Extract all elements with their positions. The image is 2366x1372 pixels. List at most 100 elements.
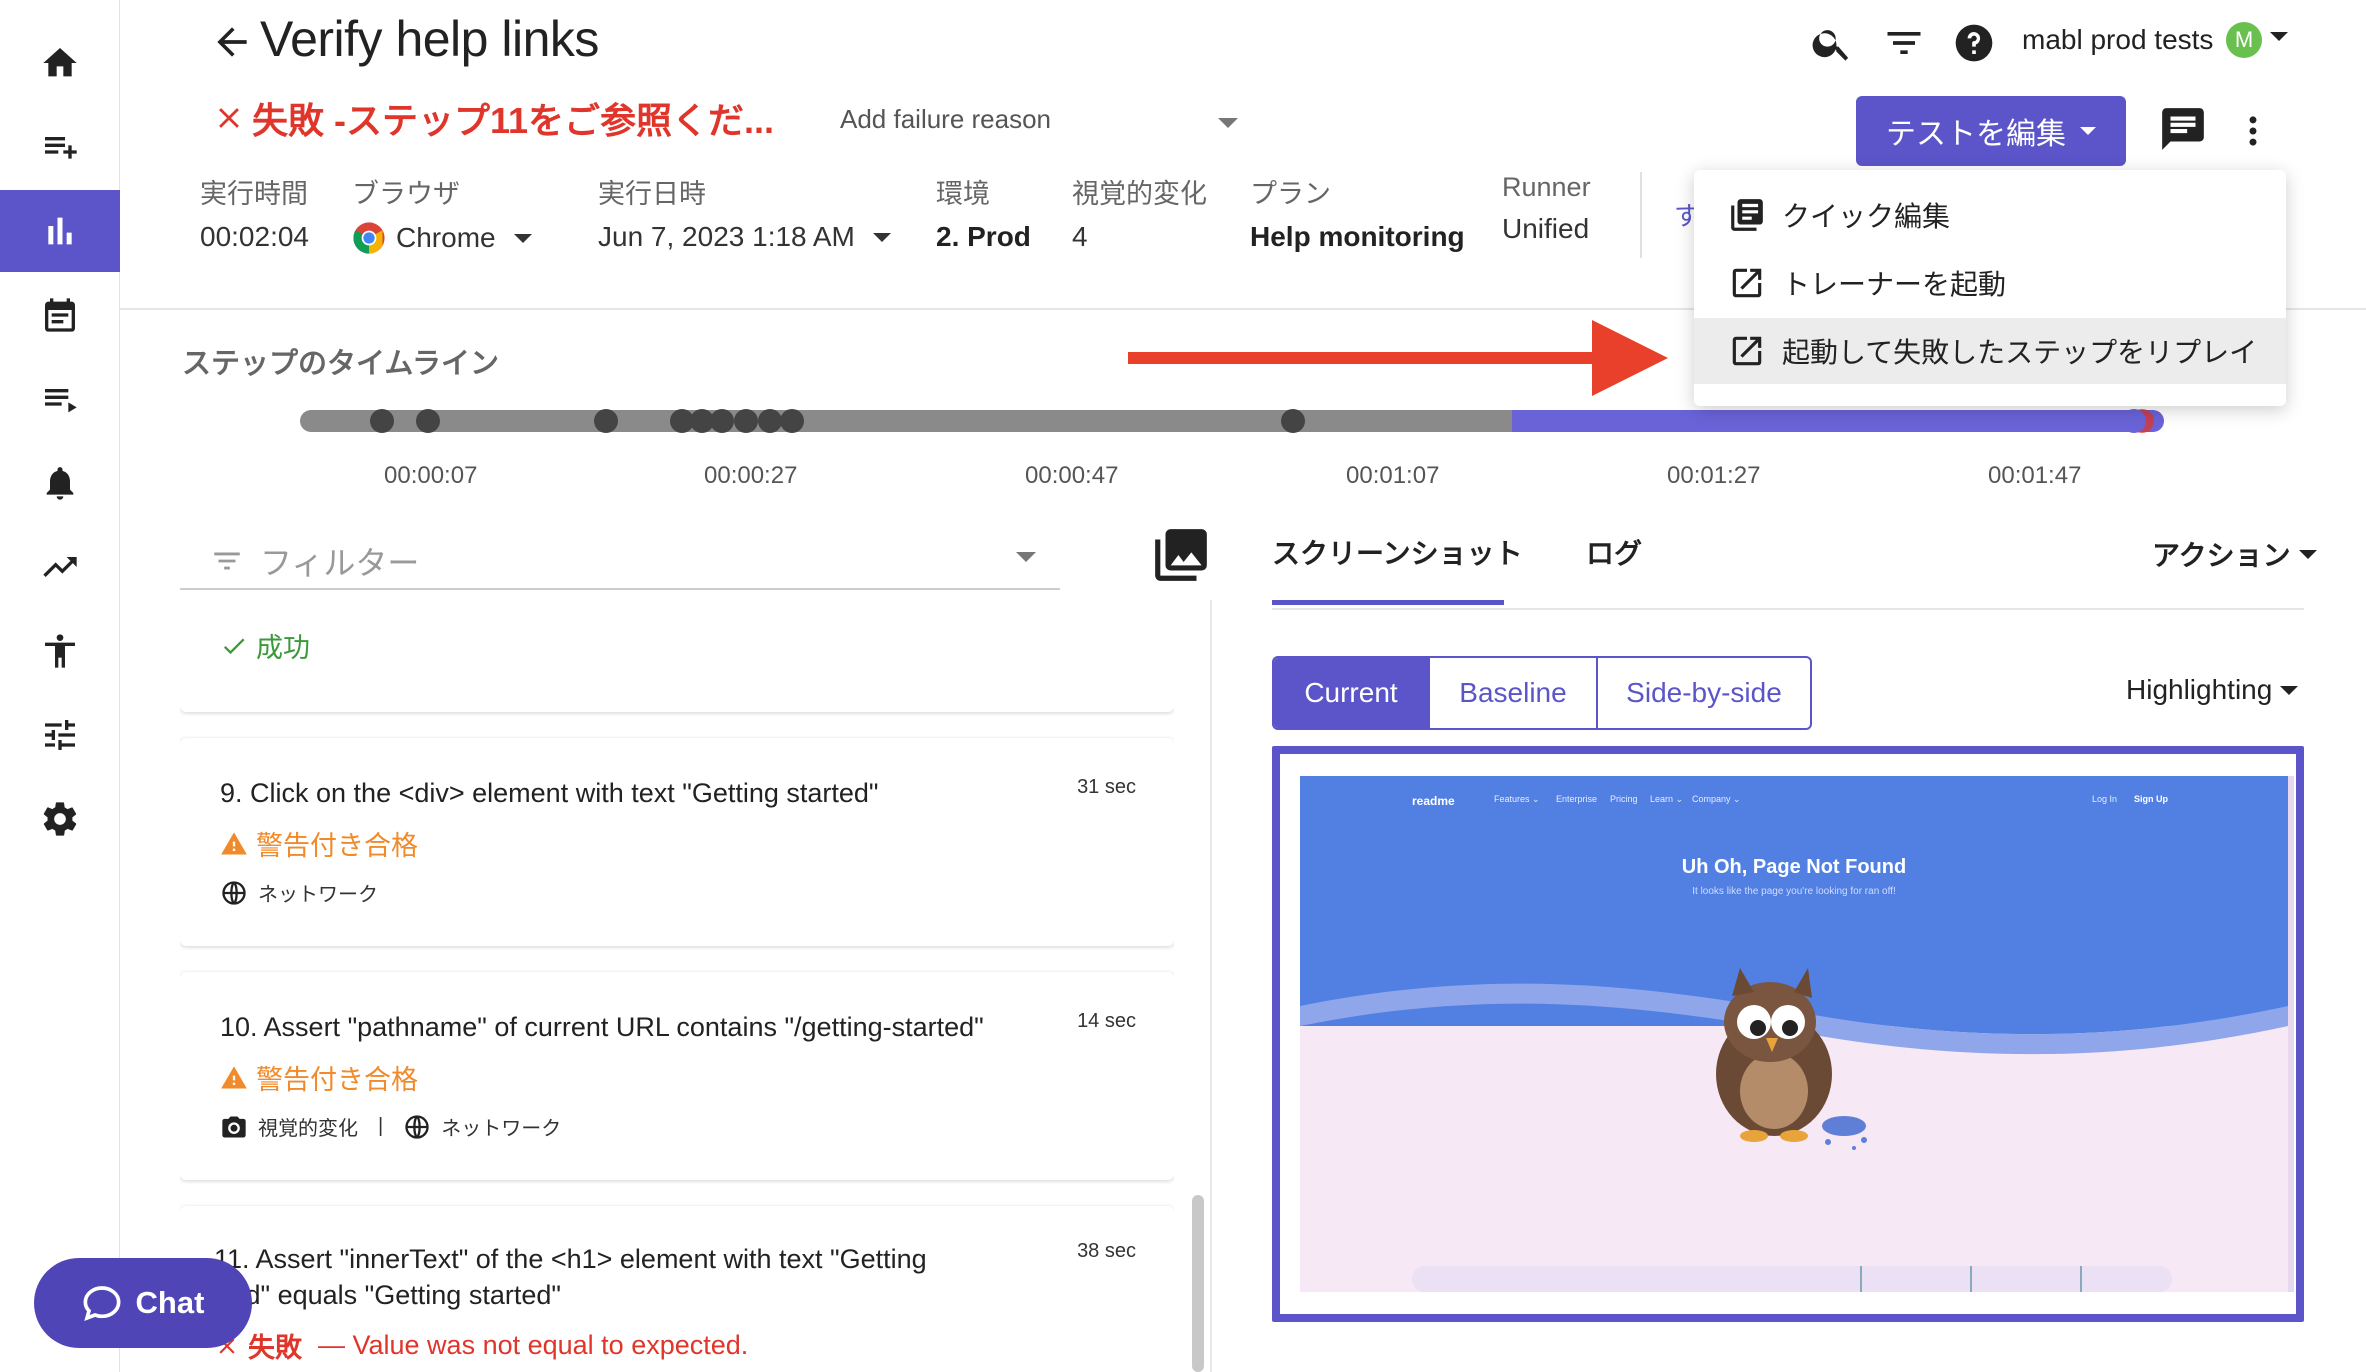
screenshot-signup: Sign Up (2134, 794, 2168, 804)
view-mode-toggle: Current Baseline Side-by-side (1272, 656, 1812, 730)
timeline-step-marker[interactable] (780, 409, 804, 433)
step-tag-label: ネットワーク (441, 1118, 562, 1140)
highlighting-menu[interactable]: Highlighting (2126, 674, 2299, 706)
step-list-scrollbar[interactable] (1192, 1195, 1204, 1372)
back-arrow-icon[interactable] (210, 20, 254, 64)
timeline-step-marker[interactable] (370, 409, 394, 433)
menu-item-replay-failed-step[interactable]: 起動して失敗したステップをリプレイ (1694, 318, 2286, 384)
results-icon[interactable] (0, 190, 120, 272)
step-card[interactable]: 10. Assert "pathname" of current URL con… (180, 972, 1174, 1180)
step-tag-label: 視覚的変化 (258, 1118, 358, 1140)
step-title-continued: rted" equals "Getting started" (214, 1280, 561, 1310)
step-title: 10. Assert "pathname" of current URL con… (220, 1012, 984, 1042)
accessibility-icon[interactable] (0, 610, 120, 692)
timeline-step-marker[interactable] (710, 409, 734, 433)
menu-item-launch-trainer[interactable]: トレーナーを起動 (1694, 250, 2286, 316)
chevron-down-icon (1016, 552, 1036, 562)
segment-current[interactable]: Current (1274, 658, 1430, 728)
insights-icon[interactable] (0, 526, 120, 608)
screenshot-nav: Features ⌄ (1494, 794, 1540, 804)
globe-icon (405, 1114, 429, 1139)
step-duration: 31 sec (1077, 776, 1136, 798)
tab-active-indicator (1272, 600, 1504, 605)
segment-side-by-side[interactable]: Side-by-side (1598, 658, 1810, 728)
meta-value[interactable]: 2. Prod (936, 221, 1031, 253)
meta-value: Unified (1502, 213, 1590, 244)
meta-label: 実行時間 (200, 179, 308, 209)
help-icon[interactable] (1952, 18, 1996, 68)
meta-value: Jun 7, 2023 1:18 AM (598, 221, 855, 252)
step-status-text: 警告付き合格 (256, 1065, 418, 1095)
step-card[interactable]: 成功 (180, 600, 1174, 712)
meta-browser[interactable]: ブラウザ Chrome (352, 172, 532, 255)
step-tags: ネットワーク (220, 878, 378, 907)
quick-edit-icon (1731, 199, 1763, 231)
step-status: 警告付き合格 (220, 824, 418, 863)
search-icon[interactable] (1810, 18, 1854, 68)
screenshot-brand: readme (1412, 794, 1455, 808)
segment-baseline[interactable]: Baseline (1430, 658, 1598, 728)
settings-gear-icon[interactable] (0, 778, 120, 860)
workspace-name[interactable]: mabl prod tests (2022, 24, 2213, 56)
test-list-icon[interactable] (0, 358, 120, 440)
add-test-icon[interactable] (0, 106, 120, 188)
step-filter[interactable]: フィルター (180, 526, 1060, 590)
menu-item-quick-edit[interactable]: クイック編集 (1694, 182, 2286, 248)
edit-test-label: テストを編集 (1886, 118, 2066, 151)
configuration-icon[interactable] (0, 694, 120, 776)
timeline-tick: 00:00:07 (384, 462, 478, 489)
menu-item-label: クイック編集 (1782, 201, 1951, 232)
home-icon[interactable] (0, 22, 120, 104)
comments-icon[interactable] (2158, 104, 2208, 154)
timeline-step-marker[interactable] (758, 409, 782, 433)
screenshot-nav: Learn ⌄ (1650, 794, 1684, 804)
edit-test-button[interactable]: テストを編集 (1856, 96, 2126, 166)
panel-divider (1210, 600, 1212, 1372)
timeline-step-marker[interactable] (734, 409, 758, 433)
screenshot-image[interactable]: readme Features ⌄ Enterprise Pricing Lea… (1300, 776, 2288, 1292)
notifications-icon[interactable] (0, 442, 120, 524)
timeline-step-marker[interactable] (2122, 409, 2146, 433)
menu-item-label: 起動して失敗したステップをリプレイ (1782, 337, 2258, 368)
open-external-icon (1732, 268, 1762, 298)
filter-icon[interactable] (1882, 18, 1926, 68)
avatar[interactable]: M (2226, 22, 2262, 58)
timeline-step-marker[interactable] (594, 409, 618, 433)
actions-menu[interactable]: アクション (2152, 534, 2317, 574)
tab-screenshot[interactable]: スクリーンショット (1272, 532, 1523, 572)
screenshot-login: Log In (2092, 794, 2118, 804)
meta-value: 00:02:04 (200, 221, 309, 252)
timeline-step-marker[interactable] (1281, 409, 1305, 433)
timeline-tick: 00:01:47 (1988, 462, 2082, 489)
meta-browser-value-row: Chrome (352, 221, 532, 255)
timeline-step-marker[interactable] (416, 409, 440, 433)
more-vert-icon[interactable] (2234, 106, 2272, 156)
actions-label: アクション (2152, 540, 2291, 571)
open-external-icon (1732, 336, 1762, 366)
chat-button[interactable]: Chat (34, 1258, 252, 1348)
meta-label: ブラウザ (352, 179, 460, 209)
calendar-icon[interactable] (0, 274, 120, 356)
step-list: 成功 9. Click on the <div> element with te… (180, 600, 1174, 1372)
chevron-down-icon (2280, 685, 2299, 695)
meta-run-date[interactable]: 実行日時 Jun 7, 2023 1:18 AM (598, 172, 891, 253)
step-card[interactable]: 9. Click on the <div> element with text … (180, 738, 1174, 946)
chevron-down-icon[interactable] (2270, 32, 2288, 41)
warning-icon (221, 1065, 247, 1088)
step-status-detail: — Value was not equal to expected. (318, 1330, 749, 1360)
step-card-failed[interactable]: 11. Assert "innerText" of the <h1> eleme… (180, 1206, 1174, 1372)
timeline-failed-segment[interactable] (1512, 410, 2164, 432)
tab-log[interactable]: ログ (1586, 532, 1642, 572)
meta-value[interactable]: Help monitoring (1250, 221, 1465, 253)
screenshot-scrollbar[interactable] (2288, 776, 2294, 1292)
step-status-text: 警告付き合格 (256, 831, 418, 861)
screenshot-subtext: It looks like the page you're looking fo… (1692, 886, 1896, 897)
meta-label: 環境 (936, 179, 990, 209)
screenshot-bottom-bar (1412, 1266, 2172, 1292)
chevron-down-icon (513, 233, 532, 243)
meta-label: プラン (1250, 179, 1331, 209)
timeline-tick: 00:01:07 (1346, 462, 1440, 489)
chevron-down-icon[interactable] (1218, 118, 1238, 128)
gallery-icon[interactable] (1150, 524, 1212, 586)
failure-reason-select[interactable]: Add failure reason (840, 104, 1240, 135)
